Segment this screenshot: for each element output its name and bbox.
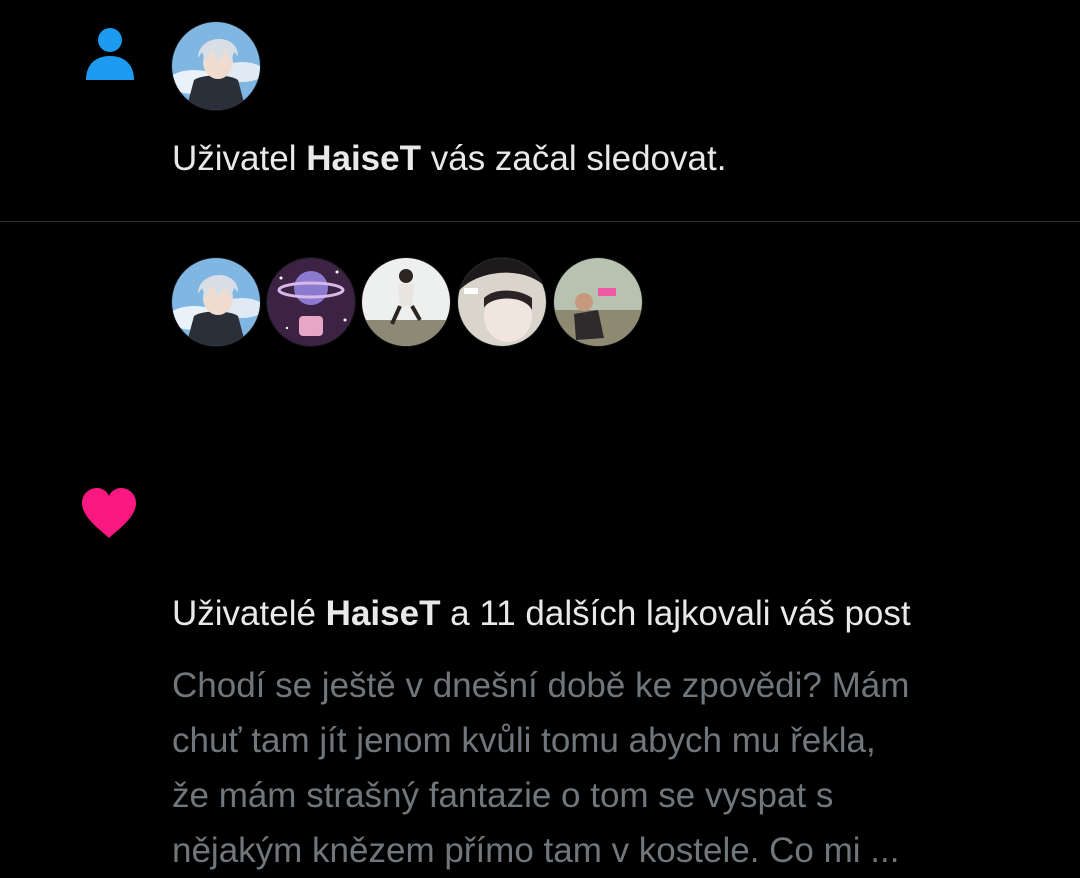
follower-username[interactable]: HaiseT xyxy=(306,139,421,178)
avatar-liker-5[interactable] xyxy=(554,258,642,346)
like-message: Uživatelé HaiseT a 11 dalších lajkovali … xyxy=(172,594,911,633)
post-preview-line: chuť tam jít jenom kvůli tomu abych mu ř… xyxy=(172,721,876,760)
avatar-liker-4[interactable] xyxy=(458,258,546,346)
avatar-liker-2[interactable] xyxy=(267,258,355,346)
post-preview-line: Chodí se ještě v dnešní době ke zpovědi?… xyxy=(172,666,910,705)
like-notification[interactable]: Uživatelé HaiseT a 11 dalších lajkovali … xyxy=(0,222,1080,870)
avatar-haiset[interactable] xyxy=(172,258,260,346)
post-preview-line: že mám strašný fantazie o tom se vyspat … xyxy=(172,776,834,815)
person-icon xyxy=(86,28,134,80)
liker-username[interactable]: HaiseT xyxy=(326,594,441,633)
follow-message: Uživatel HaiseT vás začal sledovat. xyxy=(172,139,727,178)
avatar-haiset[interactable] xyxy=(172,22,260,110)
follow-notification[interactable]: Uživatel HaiseT vás začal sledovat. xyxy=(0,0,1080,222)
post-preview-line: nějakým knězem přímo tam v kostele. Co m… xyxy=(172,831,900,870)
liked-post-preview[interactable]: Chodí se ještě v dnešní době ke zpovědi?… xyxy=(172,658,1052,878)
heart-icon xyxy=(82,488,136,538)
avatar-liker-3[interactable] xyxy=(362,258,450,346)
